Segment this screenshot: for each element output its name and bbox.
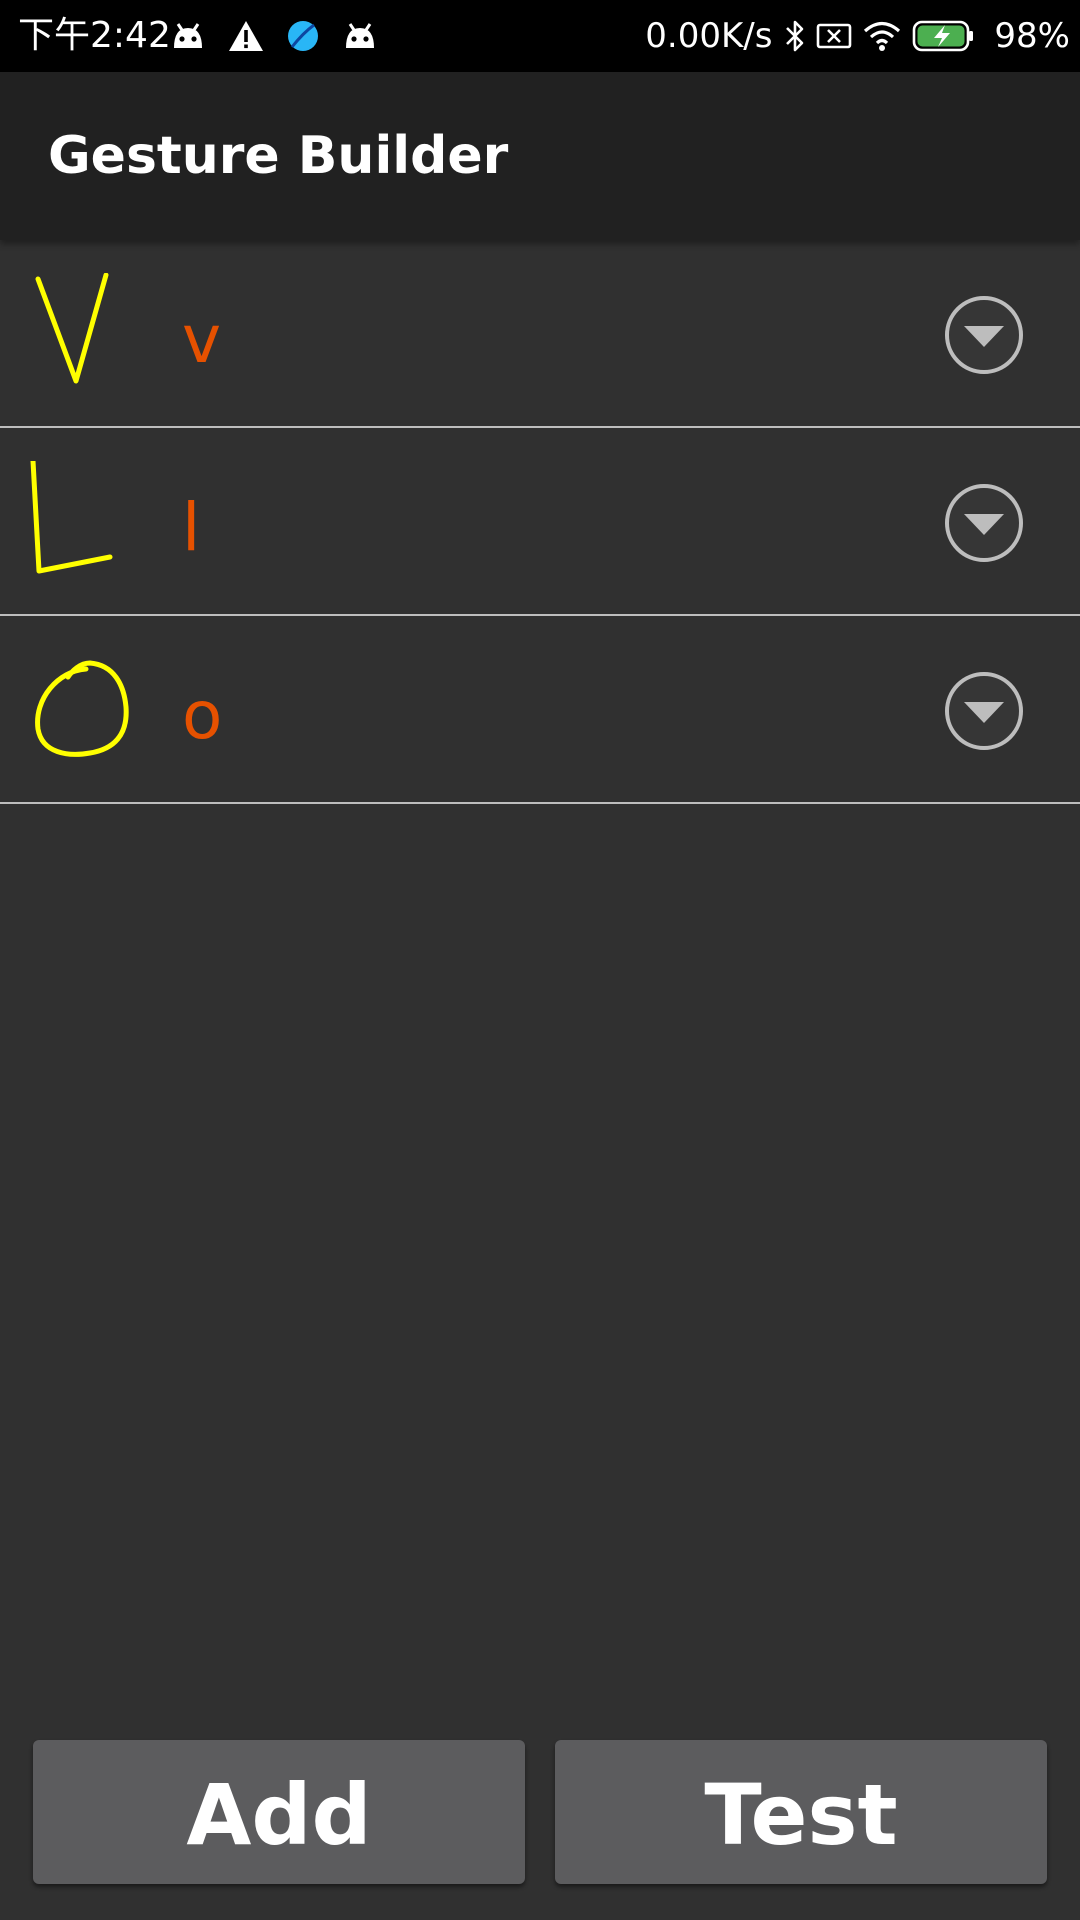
gesture-o-thumbnail [35,660,129,757]
browser-icon [286,19,320,53]
page-title: Gesture Builder [48,126,509,186]
gesture-list: v l o [0,240,1080,804]
no-sim-icon [816,22,852,50]
list-item[interactable]: o [0,616,1080,804]
notification-icons [170,14,378,58]
add-button[interactable]: Add [33,1740,525,1884]
android-icon [342,22,378,50]
gesture-name: o [182,677,223,754]
gesture-l-thumbnail [30,461,113,574]
bottom-button-bar: Add Test [0,1720,1080,1920]
bluetooth-icon [784,19,806,53]
status-bar: 下午2:42 0.00K/s 98% [0,0,1080,72]
network-speed: 0.00K/s [645,16,773,56]
warning-icon [228,20,264,52]
gesture-name: v [182,301,222,378]
app-bar: Gesture Builder [0,72,1080,240]
test-button[interactable]: Test [555,1740,1047,1884]
list-item[interactable]: l [0,428,1080,616]
wifi-icon [862,20,902,52]
battery-percent: 98% [994,16,1070,56]
chevron-down-icon[interactable] [942,481,1026,565]
status-time: 下午2:42 [18,15,171,56]
android-icon [170,22,206,50]
gesture-v-thumbnail [35,273,109,384]
chevron-down-icon[interactable] [942,293,1026,377]
system-status: 0.00K/s 98% [645,14,1070,58]
chevron-down-icon[interactable] [942,669,1026,753]
list-item[interactable]: v [0,240,1080,428]
gesture-name: l [182,489,201,566]
battery-charging-icon [912,19,976,53]
